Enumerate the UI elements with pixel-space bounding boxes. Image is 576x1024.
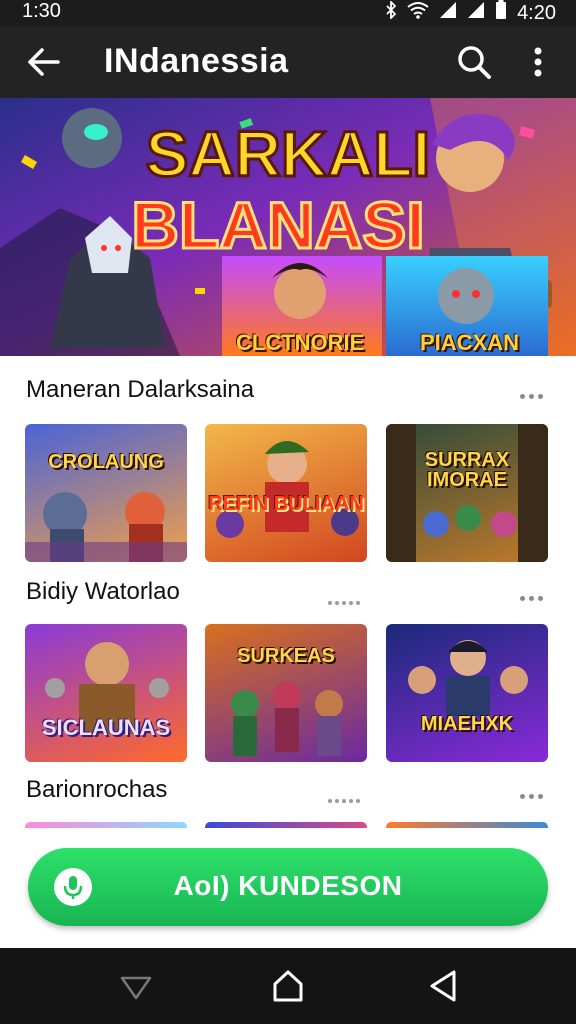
game-card-title: SICLAUNAS: [41, 715, 171, 740]
system-nav-bar: [0, 948, 576, 1024]
hero-title-line2: BLANASI: [131, 188, 424, 262]
game-card-art: [45, 642, 169, 734]
search-icon[interactable]: [454, 42, 494, 82]
status-icons: 4:20: [385, 0, 556, 26]
game-card-title: SURKEAS: [237, 645, 335, 667]
section-1-more-icon[interactable]: [520, 386, 548, 399]
hero-title-line1: SARKALI: [146, 118, 430, 190]
signal-icon-2: [467, 1, 485, 25]
hero-tile-right-label: PIACXAN: [420, 330, 520, 355]
battery-icon: [495, 0, 507, 26]
carousel-indicator: [328, 592, 368, 610]
nav-down-icon[interactable]: [116, 968, 156, 1004]
game-card-title: MIAEHXK: [420, 713, 514, 735]
game-card-title: CROLAUNG: [48, 451, 164, 473]
hero-banner[interactable]: SARKALI BLANASI CLCTNORIE PIACXAN: [0, 98, 576, 356]
back-arrow-icon[interactable]: [24, 42, 64, 82]
game-card[interactable]: REFIN BULIAAN: [205, 424, 367, 562]
home-icon[interactable]: [268, 968, 308, 1004]
section-title-1: Maneran Dalarksaina: [26, 376, 255, 403]
primary-action-button[interactable]: AoI) KUNDESON: [28, 848, 548, 926]
section-3-more-icon[interactable]: [520, 786, 548, 799]
status-time-right: 4:20: [517, 1, 556, 24]
more-options-icon[interactable]: [522, 42, 554, 82]
status-time-left: 1:30: [22, 0, 61, 22]
section-title-3: Barionrochas: [26, 776, 168, 803]
game-card[interactable]: CROLAUNG: [25, 424, 187, 562]
bluetooth-icon: [385, 0, 397, 25]
carousel-indicator: [328, 790, 368, 808]
section-title-2: Bidiy Watorlao: [26, 578, 180, 605]
hero-artwork: SARKALI BLANASI: [0, 98, 576, 356]
game-card-title: REFIN BULIAAN: [208, 493, 364, 515]
game-card[interactable]: SURKEAS: [205, 624, 367, 762]
game-card[interactable]: SICLAUNAS: [25, 624, 187, 762]
game-card-title: SURRAX IMORAE: [424, 449, 510, 491]
page-title: INdanessia: [104, 42, 289, 80]
wifi-icon: [407, 1, 429, 25]
content-list[interactable]: Maneran Dalarksaina CROLAUNG REFIN BULIA…: [0, 356, 576, 828]
hero-tile-left-label: CLCTNORIE: [236, 330, 365, 355]
game-card[interactable]: MIAEHXK: [386, 624, 548, 762]
game-card-art: [25, 492, 187, 562]
status-bar: 1:30 4:20: [0, 0, 576, 26]
back-nav-icon[interactable]: [424, 968, 464, 1004]
game-card-art: [386, 424, 548, 562]
signal-icon: [439, 1, 457, 25]
section-2-more-icon[interactable]: [520, 588, 548, 601]
game-card-art: [408, 640, 528, 716]
primary-action-label: AoI) KUNDESON: [173, 870, 403, 901]
game-card[interactable]: SURRAX IMORAE: [386, 424, 548, 562]
app-bar: INdanessia: [0, 26, 576, 98]
